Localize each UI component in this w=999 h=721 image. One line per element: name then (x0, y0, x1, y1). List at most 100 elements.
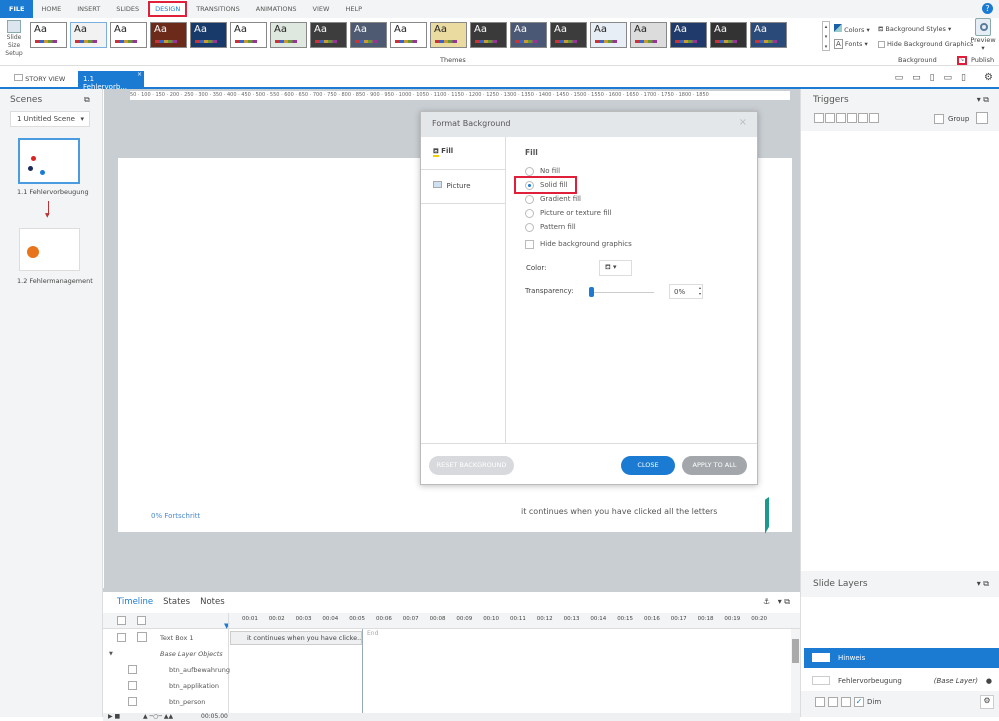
reset-background-button[interactable]: RESET BACKGROUND (429, 456, 514, 475)
theme-thumbnail[interactable]: Aa (350, 22, 387, 48)
lock-all-icon[interactable] (137, 616, 146, 625)
radio-pattern-fill[interactable]: Pattern fill (525, 220, 632, 234)
close-button[interactable]: CLOSE (621, 456, 675, 475)
tab-notes[interactable]: Notes (200, 597, 225, 607)
tab-states[interactable]: States (163, 597, 190, 607)
delete-layer-icon[interactable] (841, 697, 851, 707)
theme-thumbnail[interactable]: Aa (510, 22, 547, 48)
tab-help[interactable]: HELP (337, 0, 370, 18)
device-preview-icons[interactable]: ▭▭▯▭▯ (895, 73, 975, 83)
radio-gradient-fill[interactable]: Gradient fill (525, 192, 632, 206)
tab-timeline[interactable]: Timeline (117, 597, 153, 607)
preview-button[interactable]: Preview ▾ (968, 18, 998, 52)
dim-checkbox[interactable]: ✓ (854, 697, 864, 707)
close-tab-icon[interactable]: × (137, 71, 142, 78)
layer-item-base[interactable]: Fehlervorbeugung (Base Layer) ● (804, 671, 999, 691)
theme-thumbnail[interactable]: Aa (390, 22, 427, 48)
duplicate-layer-icon[interactable] (828, 697, 838, 707)
slide-thumbnail[interactable] (19, 228, 80, 271)
time-ruler[interactable]: 00:01 00:02 00:03 00:04 00:05 00:06 00:07 00:08… (228, 613, 798, 629)
transparency-slider[interactable] (589, 287, 654, 297)
eye-icon[interactable] (117, 633, 126, 642)
collapse-arrow-icon[interactable]: ▼ (109, 646, 113, 662)
theme-thumbnail[interactable]: Aa (670, 22, 707, 48)
timeline-group-row[interactable]: ▼ Base Layer Objects (103, 646, 228, 662)
slide-text-box[interactable]: it continues when you have clicked all t… (521, 507, 717, 516)
timeline-row[interactable]: btn_person (103, 694, 228, 710)
tab-insert[interactable]: INSERT (69, 0, 108, 18)
theme-thumbnail[interactable]: Aa (430, 22, 467, 48)
lock-toggle[interactable] (137, 632, 147, 642)
theme-thumbnail[interactable]: Aa (750, 22, 787, 48)
tab-current-slide[interactable]: 1.1 Fehlervorb... × (78, 71, 144, 91)
themes-scroll[interactable]: ▴ ▾ ▾ (822, 21, 830, 51)
theme-thumbnail[interactable]: Aa (110, 22, 147, 48)
new-trigger-icon[interactable] (814, 113, 824, 123)
nav-picture[interactable]: Picture (421, 170, 505, 204)
fonts-button[interactable]: A Fonts ▾ (834, 39, 868, 49)
eye-icon[interactable] (128, 665, 137, 674)
theme-thumbnail[interactable]: Aa (150, 22, 187, 48)
radio-no-fill[interactable]: No fill (525, 164, 632, 178)
tab-transitions[interactable]: TRANSITIONS (188, 0, 248, 18)
play-button[interactable]: ▶ ■ (108, 713, 120, 721)
progress-text[interactable]: 0% Fortschritt (151, 512, 200, 520)
panel-undock-icon[interactable]: ▾ ⧉ (977, 95, 989, 105)
tab-animations[interactable]: ANIMATIONS (248, 0, 305, 18)
timeline-row[interactable]: Text Box 1 (103, 630, 228, 646)
theme-thumbnail[interactable]: Aa (630, 22, 667, 48)
eye-icon[interactable] (128, 697, 137, 706)
theme-thumbnail[interactable]: Aa (30, 22, 67, 48)
visibility-all-icon[interactable] (117, 616, 126, 625)
color-picker[interactable]: ⛾ ▾ (599, 260, 632, 276)
settings-gear-icon[interactable]: ⚙ (984, 72, 993, 83)
background-styles-button[interactable]: ⛾ Background Styles ▾ (878, 25, 951, 34)
theme-thumbnail[interactable]: Aa (470, 22, 507, 48)
theme-thumbnail[interactable]: Aa (710, 22, 747, 48)
theme-thumbnail[interactable]: Aa (190, 22, 227, 48)
background-dialog-launcher[interactable]: ↘ (957, 56, 967, 65)
slider-thumb[interactable] (589, 287, 594, 297)
timeline-clip[interactable]: it continues when you have clicke... (230, 631, 362, 645)
tab-file[interactable]: FILE (0, 0, 34, 18)
colors-button[interactable]: Colors ▾ (834, 24, 870, 34)
close-icon[interactable]: × (739, 117, 747, 128)
help-icon[interactable]: ? (982, 3, 993, 14)
theme-thumbnail[interactable]: Aa (550, 22, 587, 48)
layer-item-selected[interactable]: Hinweis (804, 648, 999, 668)
hide-bg-graphics-checkbox[interactable]: Hide background graphics (525, 237, 632, 251)
timeline-scrollbar-v[interactable] (791, 629, 800, 713)
tab-home[interactable]: HOME (33, 0, 69, 18)
tab-story-view[interactable]: STORY VIEW (14, 74, 65, 83)
new-layer-icon[interactable] (815, 697, 825, 707)
slide-thumbnail[interactable] (18, 138, 80, 184)
edit-trigger-icon[interactable] (825, 113, 835, 123)
tab-design[interactable]: DESIGN (147, 0, 189, 18)
nav-fill[interactable]: ⛾ Fill (421, 137, 505, 170)
copy-trigger-icon[interactable] (836, 113, 846, 123)
end-marker-line[interactable] (362, 629, 363, 713)
zoom-slider[interactable]: ▲ ─○─ ▲▲ (143, 713, 173, 721)
timeline-options-icon[interactable]: ⚓ ▾ ⧉ (763, 597, 790, 607)
scene-select[interactable]: 1 Untitled Scene ▾ (10, 111, 90, 127)
theme-thumbnail[interactable]: Aa (70, 22, 107, 48)
tab-view[interactable]: VIEW (305, 0, 338, 18)
radio-solid-fill[interactable]: Solid fill (514, 176, 577, 194)
move-trigger-icon[interactable] (869, 113, 879, 123)
hide-bg-graphics-checkbox[interactable]: Hide Background Graphics (878, 40, 973, 48)
apply-to-all-button[interactable]: APPLY TO ALL (682, 456, 747, 475)
panel-undock-icon[interactable]: ▾ ⧉ (977, 579, 989, 589)
delete-trigger-icon[interactable] (858, 113, 868, 123)
slide-size-button[interactable]: Slide Size Setup (2, 20, 26, 58)
theme-thumbnail[interactable]: Aa (590, 22, 627, 48)
theme-thumbnail[interactable]: Aa (230, 22, 267, 48)
tab-slides[interactable]: SLIDES (108, 0, 147, 18)
paste-trigger-icon[interactable] (847, 113, 857, 123)
panel-undock-icon[interactable]: ⧉ (84, 95, 90, 105)
layer-settings-icon[interactable]: ⚙ (980, 695, 994, 709)
theme-thumbnail[interactable]: Aa (310, 22, 347, 48)
eye-icon[interactable] (128, 681, 137, 690)
theme-thumbnail[interactable]: Aa (270, 22, 307, 48)
variables-icon[interactable] (976, 112, 988, 124)
transparency-input[interactable]: 0% ▴ ▾ (669, 284, 703, 299)
